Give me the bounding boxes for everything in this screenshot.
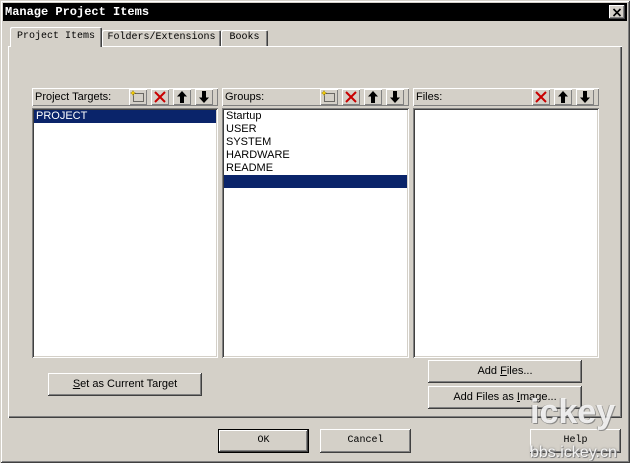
files-label: Files: [416, 91, 443, 103]
move-target-down-button[interactable] [195, 89, 213, 105]
title-bar[interactable]: Manage Project Items [3, 3, 627, 21]
move-up-icon [177, 91, 187, 103]
close-icon [612, 7, 622, 17]
move-down-icon [390, 91, 400, 103]
groups-list[interactable]: Startup USER SYSTEM HARDWARE README [222, 108, 409, 358]
new-item-icon [130, 90, 144, 102]
groups-label: Groups: [225, 91, 265, 103]
new-group-button[interactable] [320, 89, 338, 105]
delete-file-button[interactable] [532, 89, 550, 105]
move-down-icon [199, 91, 209, 103]
add-files-button[interactable]: Add Files... [428, 360, 582, 383]
help-button[interactable]: Help [530, 429, 621, 453]
list-item[interactable]: USER [224, 123, 407, 136]
ok-button[interactable]: OK [218, 429, 309, 453]
move-target-up-button[interactable] [173, 89, 191, 105]
files-list[interactable] [413, 108, 599, 358]
manage-project-items-dialog: Manage Project Items Project Items Folde… [0, 0, 630, 463]
tab-folders-extensions[interactable]: Folders/Extensions [102, 30, 221, 46]
move-up-icon [558, 91, 568, 103]
close-button[interactable] [609, 5, 625, 19]
delete-icon [154, 91, 166, 103]
project-targets-list[interactable]: PROJECT [32, 108, 218, 358]
move-file-up-button[interactable] [554, 89, 572, 105]
delete-target-button[interactable] [151, 89, 169, 105]
delete-icon [345, 91, 357, 103]
list-item[interactable]: HARDWARE [224, 149, 407, 162]
move-group-up-button[interactable] [364, 89, 382, 105]
move-down-icon [580, 91, 590, 103]
set-as-current-target-button[interactable]: Set as Current Target [48, 373, 202, 396]
groups-toolbar [320, 89, 404, 105]
project-targets-toolbar [129, 89, 213, 105]
files-toolbar [532, 89, 594, 105]
move-up-icon [368, 91, 378, 103]
delete-group-button[interactable] [342, 89, 360, 105]
window-title: Manage Project Items [5, 5, 150, 19]
tab-project-items[interactable]: Project Items [10, 27, 102, 47]
list-item[interactable]: Startup [224, 110, 407, 123]
cancel-button[interactable]: Cancel [320, 429, 411, 453]
move-group-down-button[interactable] [386, 89, 404, 105]
project-targets-header: Project Targets: [32, 88, 218, 106]
move-file-down-button[interactable] [576, 89, 594, 105]
new-item-icon [321, 90, 335, 102]
tab-books[interactable]: Books [221, 30, 268, 46]
project-targets-label: Project Targets: [35, 91, 112, 103]
add-files-as-image-button[interactable]: Add Files as Image... [428, 386, 582, 409]
delete-icon [535, 91, 547, 103]
list-item-editing[interactable] [224, 175, 407, 188]
files-header: Files: [413, 88, 599, 106]
groups-header: Groups: [222, 88, 409, 106]
list-item[interactable]: README [224, 162, 407, 175]
list-item[interactable]: PROJECT [34, 110, 216, 123]
list-item[interactable]: SYSTEM [224, 136, 407, 149]
new-target-button[interactable] [129, 89, 147, 105]
